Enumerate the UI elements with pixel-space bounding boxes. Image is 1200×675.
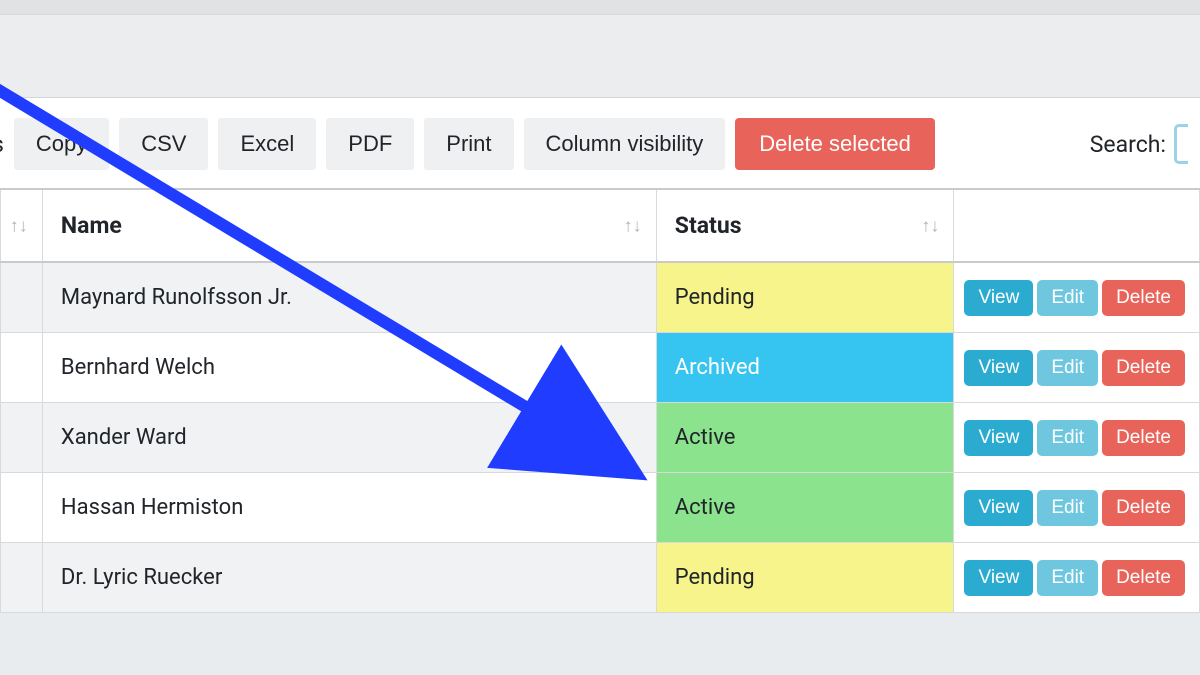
- actions-cell: ViewEditDelete: [954, 262, 1200, 333]
- view-button[interactable]: View: [964, 350, 1033, 386]
- table-row: Xander WardActiveViewEditDelete: [1, 403, 1200, 473]
- column-visibility-button[interactable]: Column visibility: [524, 118, 726, 170]
- column-header-actions: [954, 189, 1200, 262]
- search-wrap: Search:: [1090, 124, 1188, 164]
- delete-selected-button[interactable]: Delete selected: [735, 118, 935, 170]
- column-header-name[interactable]: Name ↑↓: [42, 189, 656, 262]
- table-toolbar: s Copy CSV Excel PDF Print Column visibi…: [0, 98, 1200, 188]
- delete-button[interactable]: Delete: [1102, 280, 1185, 316]
- sort-icon: ↑↓: [624, 215, 642, 236]
- print-button[interactable]: Print: [424, 118, 513, 170]
- id-cell: [1, 543, 43, 613]
- edit-button[interactable]: Edit: [1037, 560, 1098, 596]
- id-cell: [1, 262, 43, 333]
- delete-button[interactable]: Delete: [1102, 350, 1185, 386]
- id-cell: [1, 333, 43, 403]
- name-cell: Bernhard Welch: [42, 333, 656, 403]
- column-header-status[interactable]: Status ↑↓: [656, 189, 954, 262]
- column-header-status-label: Status: [675, 212, 742, 239]
- name-cell: Hassan Hermiston: [42, 473, 656, 543]
- edit-button[interactable]: Edit: [1037, 420, 1098, 456]
- status-cell: Active: [656, 473, 954, 543]
- delete-button[interactable]: Delete: [1102, 560, 1185, 596]
- copy-button[interactable]: Copy: [14, 118, 109, 170]
- table-body: Maynard Runolfsson Jr.PendingViewEditDel…: [1, 262, 1200, 613]
- edit-button[interactable]: Edit: [1037, 490, 1098, 526]
- table-row: Bernhard WelchArchivedViewEditDelete: [1, 333, 1200, 403]
- name-cell: Dr. Lyric Ruecker: [42, 543, 656, 613]
- table-row: Maynard Runolfsson Jr.PendingViewEditDel…: [1, 262, 1200, 333]
- window-chrome-spacer: [0, 0, 1200, 15]
- actions-cell: ViewEditDelete: [954, 473, 1200, 543]
- column-header-name-label: Name: [61, 212, 122, 239]
- status-cell: Active: [656, 403, 954, 473]
- page-header-gap: [0, 15, 1200, 97]
- sort-icon: ↑↓: [921, 215, 939, 236]
- view-button[interactable]: View: [964, 490, 1033, 526]
- table-header-row: ↑↓ Name ↑↓ Status ↑↓: [1, 189, 1200, 262]
- search-input[interactable]: [1174, 124, 1188, 164]
- sort-icon: ↑↓: [10, 215, 28, 236]
- search-label: Search:: [1090, 131, 1166, 158]
- status-cell: Archived: [656, 333, 954, 403]
- status-cell: Pending: [656, 262, 954, 333]
- delete-button[interactable]: Delete: [1102, 420, 1185, 456]
- actions-cell: ViewEditDelete: [954, 333, 1200, 403]
- id-cell: [1, 403, 43, 473]
- table-panel: s Copy CSV Excel PDF Print Column visibi…: [0, 97, 1200, 613]
- edit-button[interactable]: Edit: [1037, 350, 1098, 386]
- entries-label-fragment: s: [0, 131, 14, 158]
- view-button[interactable]: View: [964, 280, 1033, 316]
- csv-button[interactable]: CSV: [119, 118, 208, 170]
- view-button[interactable]: View: [964, 560, 1033, 596]
- pdf-button[interactable]: PDF: [326, 118, 414, 170]
- table-row: Dr. Lyric RueckerPendingViewEditDelete: [1, 543, 1200, 613]
- table-row: Hassan HermistonActiveViewEditDelete: [1, 473, 1200, 543]
- delete-button[interactable]: Delete: [1102, 490, 1185, 526]
- name-cell: Xander Ward: [42, 403, 656, 473]
- column-header-id[interactable]: ↑↓: [1, 189, 43, 262]
- data-table: ↑↓ Name ↑↓ Status ↑↓ Maynard Runolfsson …: [0, 188, 1200, 613]
- actions-cell: ViewEditDelete: [954, 403, 1200, 473]
- actions-cell: ViewEditDelete: [954, 543, 1200, 613]
- id-cell: [1, 473, 43, 543]
- edit-button[interactable]: Edit: [1037, 280, 1098, 316]
- excel-button[interactable]: Excel: [218, 118, 316, 170]
- name-cell: Maynard Runolfsson Jr.: [42, 262, 656, 333]
- view-button[interactable]: View: [964, 420, 1033, 456]
- status-cell: Pending: [656, 543, 954, 613]
